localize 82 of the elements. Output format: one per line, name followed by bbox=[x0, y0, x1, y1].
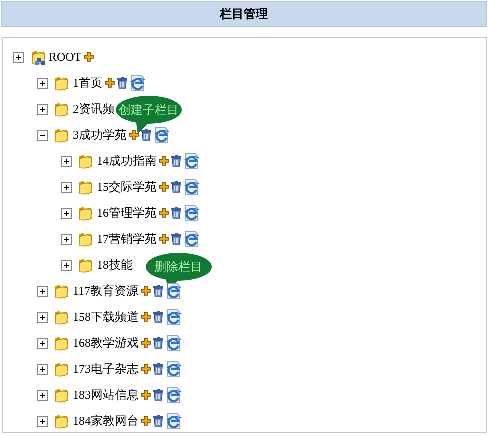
expand-toggle[interactable] bbox=[61, 260, 72, 270]
collapse-toggle[interactable] bbox=[37, 130, 48, 140]
add-icon[interactable] bbox=[159, 234, 169, 244]
add-icon[interactable] bbox=[140, 286, 151, 296]
expand-toggle[interactable] bbox=[37, 312, 48, 322]
trash-icon[interactable] bbox=[171, 181, 182, 193]
add-icon[interactable] bbox=[141, 390, 151, 400]
folder-icon bbox=[54, 361, 70, 377]
tree-item[interactable]: 17营销学苑 bbox=[97, 230, 157, 248]
folder-icon bbox=[30, 49, 46, 65]
trash-icon[interactable] bbox=[141, 129, 152, 141]
folder-icon bbox=[78, 205, 94, 221]
folder-icon bbox=[54, 335, 70, 351]
tree-item[interactable]: 1首页 bbox=[73, 74, 103, 92]
tree-item[interactable]: 2资讯频 bbox=[73, 100, 115, 118]
add-icon[interactable] bbox=[129, 130, 139, 140]
folder-icon bbox=[54, 283, 70, 299]
trash-icon[interactable] bbox=[153, 311, 164, 323]
folder-icon bbox=[54, 75, 70, 91]
tree-item[interactable]: 117教育资源 bbox=[73, 282, 139, 300]
web-page-icon[interactable] bbox=[166, 309, 181, 325]
trash-icon[interactable] bbox=[153, 363, 164, 375]
add-icon[interactable] bbox=[84, 52, 94, 62]
web-page-icon[interactable] bbox=[154, 127, 169, 143]
tree-item[interactable]: 173电子杂志 bbox=[73, 360, 139, 378]
add-icon[interactable] bbox=[141, 416, 151, 426]
tree-item[interactable]: 18技能 bbox=[97, 256, 133, 274]
web-page-icon[interactable] bbox=[166, 413, 181, 429]
add-icon[interactable] bbox=[141, 312, 151, 322]
folder-icon bbox=[54, 413, 70, 429]
tree-item[interactable]: 14成功指南 bbox=[97, 152, 157, 170]
folder-icon bbox=[78, 257, 94, 273]
tree-item[interactable]: 15交际学苑 bbox=[97, 178, 157, 196]
add-icon[interactable] bbox=[159, 156, 169, 166]
tree-item[interactable]: 184家教网台 bbox=[73, 412, 139, 430]
expand-toggle[interactable] bbox=[37, 104, 48, 114]
expand-toggle[interactable] bbox=[61, 182, 72, 192]
add-icon[interactable] bbox=[159, 182, 169, 192]
expand-toggle[interactable] bbox=[37, 364, 48, 374]
tree-item[interactable]: 183网站信息 bbox=[73, 386, 139, 404]
tree-item[interactable]: ROOT bbox=[49, 50, 82, 64]
trash-icon[interactable] bbox=[152, 285, 164, 297]
expand-toggle[interactable] bbox=[37, 416, 48, 426]
web-page-icon[interactable] bbox=[166, 283, 181, 299]
web-page-icon[interactable] bbox=[166, 387, 181, 403]
web-page-icon[interactable] bbox=[166, 335, 181, 351]
folder-icon bbox=[54, 127, 70, 143]
trash-icon[interactable] bbox=[153, 389, 164, 401]
expand-toggle[interactable] bbox=[61, 234, 72, 244]
add-icon[interactable] bbox=[159, 208, 169, 218]
trash-icon[interactable] bbox=[117, 77, 128, 89]
add-icon[interactable] bbox=[141, 338, 151, 348]
web-page-icon[interactable] bbox=[184, 205, 199, 221]
expand-toggle[interactable] bbox=[61, 156, 72, 166]
add-icon[interactable] bbox=[141, 364, 151, 374]
web-page-icon[interactable] bbox=[184, 153, 199, 169]
web-page-icon[interactable] bbox=[130, 75, 145, 91]
expand-toggle[interactable] bbox=[37, 78, 48, 88]
folder-icon bbox=[54, 309, 70, 325]
expand-toggle[interactable] bbox=[61, 208, 72, 218]
tree-item[interactable]: 16管理学苑 bbox=[97, 204, 157, 222]
expand-toggle[interactable] bbox=[13, 52, 24, 62]
add-icon[interactable] bbox=[105, 78, 115, 88]
web-page-icon[interactable] bbox=[184, 179, 199, 195]
folder-icon bbox=[78, 179, 94, 195]
web-page-icon[interactable] bbox=[166, 361, 181, 377]
trash-icon[interactable] bbox=[171, 207, 182, 219]
web-page-icon[interactable] bbox=[184, 231, 199, 247]
page-title: 栏目管理 bbox=[220, 6, 268, 22]
expand-toggle[interactable] bbox=[37, 390, 48, 400]
folder-icon bbox=[54, 101, 70, 117]
folder-icon bbox=[54, 387, 70, 403]
trash-icon[interactable] bbox=[171, 233, 182, 245]
trash-icon[interactable] bbox=[153, 415, 164, 427]
trash-icon[interactable] bbox=[153, 337, 164, 349]
tree-item[interactable]: 158下载频道 bbox=[73, 308, 139, 326]
trash-icon[interactable] bbox=[171, 155, 182, 167]
folder-icon bbox=[78, 153, 94, 169]
expand-toggle[interactable] bbox=[37, 338, 48, 348]
tree-item[interactable]: 168教学游戏 bbox=[73, 334, 139, 352]
expand-toggle[interactable] bbox=[37, 286, 48, 296]
folder-icon bbox=[78, 231, 94, 247]
